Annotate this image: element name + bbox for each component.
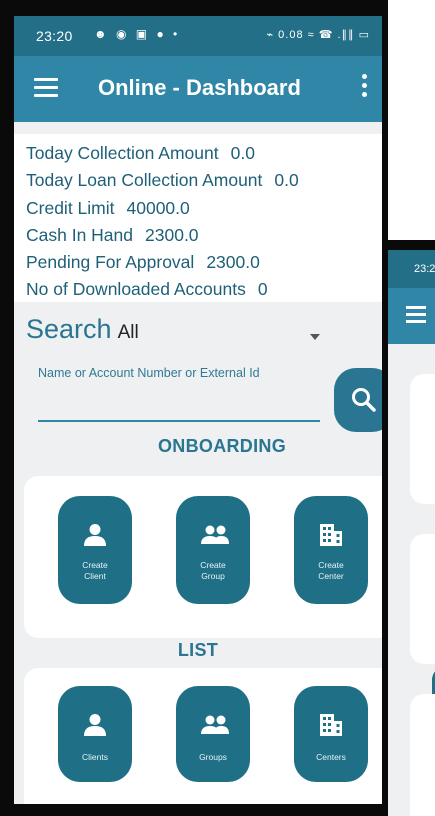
create-group-button[interactable]: Create Group	[176, 496, 250, 604]
summary-row-downloaded-accounts: No of Downloaded Accounts 0	[26, 276, 382, 303]
search-button[interactable]	[334, 368, 382, 432]
groups-button[interactable]: Groups	[176, 686, 250, 782]
search-placeholder: Name or Account Number or External Id	[38, 366, 260, 380]
summary-value: 2300.0	[206, 252, 260, 273]
search-filter-value: All	[117, 322, 139, 343]
phone-screenshot: 23:20 ☻ ◉ ▣ ● • ⌁ 0.08 ≈ ☎ .∥∥ ▭ Online …	[0, 0, 388, 816]
summary-label: Today Collection Amount	[26, 143, 219, 163]
onboarding-section-title: ONBOARDING	[158, 436, 286, 456]
building-icon	[320, 714, 342, 736]
page-title: Online - Dashboard	[98, 75, 301, 100]
summary-row-today-collection: Today Collection Amount 0.0	[26, 140, 382, 167]
summary-value: 0.0	[230, 143, 255, 163]
person-icon	[84, 714, 106, 736]
tile-label: Groups	[199, 752, 227, 762]
summary-value: 2300.0	[145, 224, 199, 245]
onboarding-card: Create Client Create Group Create Center	[24, 476, 382, 638]
tile-label: Create Client	[82, 560, 108, 581]
group-icon	[201, 525, 229, 544]
tile-label: Clients	[82, 752, 108, 762]
clients-button[interactable]: Clients	[58, 686, 132, 782]
background-status-bar: 23:2	[382, 250, 435, 288]
summary-label: Pending For Approval	[26, 252, 195, 273]
status-bar: 23:20 ☻ ◉ ▣ ● • ⌁ 0.08 ≈ ☎ .∥∥ ▭	[14, 16, 382, 56]
summary-label: Cash In Hand	[26, 224, 134, 245]
create-client-button[interactable]: Create Client	[58, 496, 132, 604]
list-section-title: LIST	[177, 640, 219, 660]
summary-row-credit-limit: Credit Limit 40000.0	[26, 195, 382, 222]
background-menu-icon	[406, 306, 426, 323]
more-options-icon[interactable]	[360, 74, 368, 102]
background-app-bar	[382, 288, 435, 344]
dropdown-caret-icon	[310, 334, 320, 340]
background-content	[382, 344, 435, 816]
background-card	[410, 694, 435, 816]
search-label: Search	[26, 314, 112, 344]
app-bar: Online - Dashboard	[14, 56, 382, 122]
summary-row-today-loan-collection: Today Loan Collection Amount 0.0	[26, 167, 382, 194]
dashboard-content: Today Collection Amount 0.0 Today Loan Co…	[14, 122, 382, 804]
notification-icons: ☻ ◉ ▣ ● •	[94, 27, 181, 41]
group-icon	[201, 715, 229, 734]
summary-panel: Today Collection Amount 0.0 Today Loan Co…	[14, 134, 382, 302]
search-icon	[352, 388, 376, 412]
summary-value: 40000.0	[126, 197, 190, 218]
person-icon	[84, 524, 106, 546]
search-filter-dropdown[interactable]: Search All	[26, 314, 326, 350]
list-card: Clients Groups Centers	[24, 668, 382, 804]
summary-label: Credit Limit	[26, 197, 115, 218]
summary-value: 0	[257, 279, 268, 300]
create-center-button[interactable]: Create Center	[294, 496, 368, 604]
status-time: 23:20	[36, 28, 73, 44]
background-card	[410, 374, 435, 504]
summary-row-cash-in-hand: Cash In Hand 2300.0	[26, 222, 382, 249]
network-status-icons: ⌁ 0.08 ≈ ☎ .∥∥ ▭	[266, 29, 370, 41]
summary-row-pending-approval: Pending For Approval 2300.0	[26, 249, 382, 276]
search-input[interactable]: Name or Account Number or External Id	[38, 354, 320, 422]
centers-button[interactable]: Centers	[294, 686, 368, 782]
tile-label: Create Center	[318, 560, 344, 581]
background-card	[410, 534, 435, 664]
building-icon	[320, 524, 342, 546]
summary-label: No of Downloaded Accounts	[26, 279, 246, 300]
hamburger-menu-icon[interactable]	[34, 78, 58, 98]
summary-label: Today Loan Collection Amount	[26, 170, 263, 191]
background-status-time: 23:2	[414, 263, 435, 275]
tile-label: Centers	[316, 752, 346, 762]
summary-value: 0.0	[274, 170, 299, 191]
tile-label: Create Group	[200, 560, 226, 581]
